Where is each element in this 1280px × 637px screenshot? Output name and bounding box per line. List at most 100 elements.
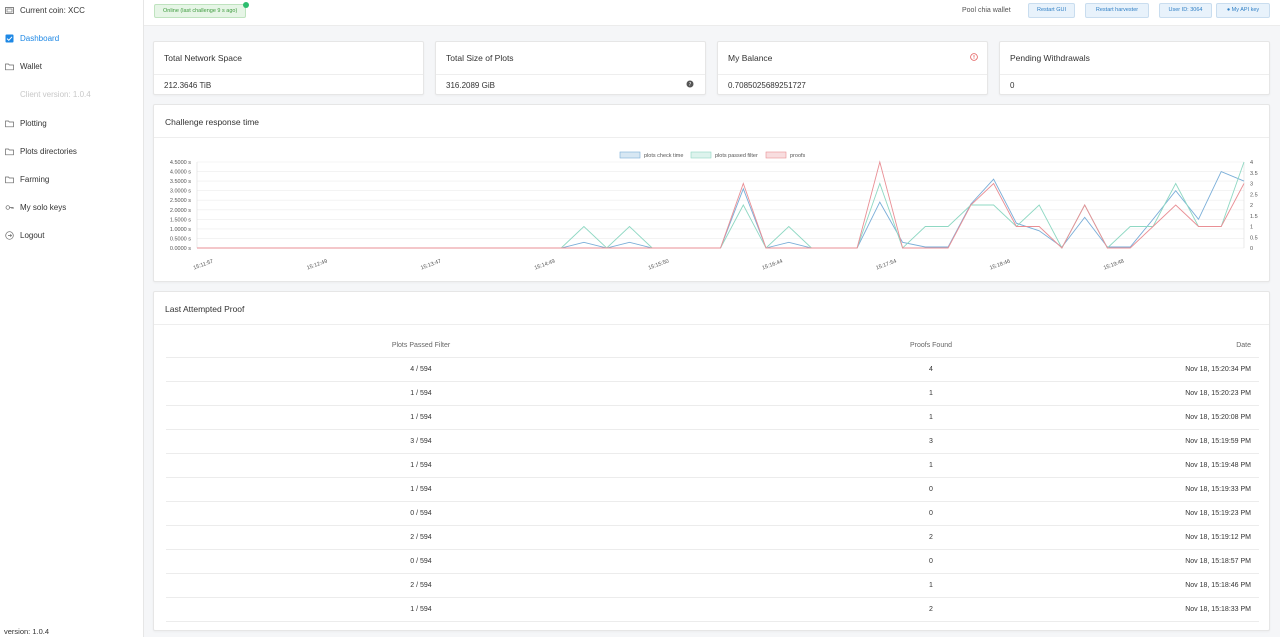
legend-swatch — [619, 151, 641, 159]
table-row: 1 / 594 1 Nov 18, 15:20:23 PM — [166, 382, 1259, 406]
y-tick-left: 3.5000 s — [170, 179, 191, 185]
series-line-proofs — [197, 160, 1245, 249]
legend-label: plots passed filter — [715, 153, 758, 159]
cell-date: Nov 18, 15:20:34 PM — [1185, 366, 1251, 373]
cell-plots-passed: 1 / 594 — [410, 486, 432, 493]
table-row: 0 / 594 0 Nov 18, 15:18:57 PM — [166, 550, 1259, 574]
sidebar-item-plotting[interactable]: Plotting — [0, 113, 144, 133]
sidebar-item-label: Farming — [20, 174, 50, 184]
y-tick-right: 1.5 — [1250, 214, 1258, 220]
sidebar-item-label: Plots directories — [20, 146, 77, 156]
logout-icon — [5, 230, 14, 240]
current-coin: Current coin: XCC — [0, 0, 144, 20]
sidebar-item-client-version: Client version: 1.0.4 — [0, 84, 144, 104]
legend-label: proofs — [790, 153, 806, 159]
cell-date: Nov 18, 15:19:48 PM — [1185, 462, 1251, 469]
warning-icon[interactable] — [970, 53, 978, 61]
y-tick-right: 2 — [1250, 203, 1253, 209]
legend-label: plots check time — [644, 153, 683, 159]
table-row: 0 / 594 0 Nov 18, 15:19:23 PM — [166, 502, 1259, 526]
sidebar-item-label: Wallet — [20, 61, 42, 71]
y-tick-left: 4.0000 s — [170, 170, 191, 176]
series-line-passed-filter — [197, 161, 1245, 249]
coin-label: Current coin: — [20, 5, 66, 15]
stat-title: Total Size of Plots — [446, 53, 514, 63]
cell-date: Nov 18, 15:18:46 PM — [1185, 582, 1251, 589]
sidebar-item-dashboard[interactable]: Dashboard — [0, 28, 144, 48]
sidebar-item-plots-directories[interactable]: Plots directories — [0, 141, 144, 161]
help-icon[interactable]: ? — [686, 80, 694, 88]
cell-plots-passed: 3 / 594 — [410, 438, 432, 445]
stat-value: 316.2089 GiB — [446, 81, 495, 90]
status-text: Online (last challenge 9 s ago) — [163, 8, 238, 14]
sidebar-item-label: Client version: 1.0.4 — [20, 89, 91, 99]
column-header-plots-passed: Plots Passed Filter — [391, 342, 451, 349]
cell-date: Nov 18, 15:18:33 PM — [1185, 606, 1251, 613]
cell-date: Nov 18, 15:20:23 PM — [1185, 390, 1251, 397]
cell-plots-passed: 1 / 594 — [410, 414, 432, 421]
cell-date: Nov 18, 15:19:12 PM — [1185, 534, 1251, 541]
table-row: 2 / 594 2 Nov 18, 15:19:12 PM — [166, 526, 1259, 550]
x-tick-label: 15:13:47 — [420, 259, 442, 272]
restart-gui-button[interactable]: Restart GUI — [1028, 3, 1075, 18]
x-tick-label: 15:16:44 — [761, 259, 783, 272]
coin-icon — [5, 6, 14, 15]
restart-harvester-button[interactable]: Restart harvester — [1085, 3, 1149, 18]
stat-card-network-space: Total Network Space 212.3646 TiB — [153, 41, 424, 95]
info-icon: ● — [1226, 7, 1231, 13]
cell-date: Nov 18, 15:19:33 PM — [1185, 486, 1251, 493]
challenge-chart-card: Challenge response time 4.5000 s 4.0000 s… — [153, 104, 1270, 282]
y-tick-right: 0.5 — [1250, 235, 1258, 241]
user-id-button[interactable]: User ID: 3064 — [1159, 3, 1212, 18]
cell-plots-passed: 1 / 594 — [410, 390, 432, 397]
y-tick-right: 0 — [1250, 246, 1253, 252]
y-tick-left: 0.0000 s — [170, 246, 191, 252]
sidebar-item-label: Logout — [20, 230, 45, 240]
table-title: Last Attempted Proof — [165, 304, 245, 314]
x-tick-label: 15:12:49 — [306, 259, 328, 272]
stat-card-balance: My Balance 0.7085025689251727 — [717, 41, 988, 95]
folder-icon — [5, 62, 14, 71]
stat-title: Pending Withdrawals — [1010, 53, 1090, 63]
x-tick-label: 15:17:54 — [875, 259, 897, 272]
table-row: 4 / 594 4 Nov 18, 15:20:34 PM — [166, 358, 1259, 382]
legend-swatch — [765, 151, 787, 159]
cell-plots-passed: 1 / 594 — [410, 606, 432, 613]
cell-date: Nov 18, 15:18:57 PM — [1185, 558, 1251, 565]
x-tick-label: 15:14:49 — [534, 259, 556, 272]
footer-version: version: 1.0.4 — [4, 627, 50, 636]
column-header-date: Date — [1236, 342, 1251, 349]
sidebar-item-wallet[interactable]: Wallet — [0, 56, 144, 76]
y-tick-left: 2.5000 s — [170, 198, 191, 204]
sidebar: Current coin: XCC Dashboard Wallet Clien… — [0, 0, 144, 637]
stat-value: 212.3646 TiB — [164, 81, 212, 90]
online-dot-icon — [243, 2, 250, 8]
x-tick-label: 15:11:57 — [193, 259, 215, 272]
pool-wallet-link[interactable]: Pool chia wallet — [962, 7, 1011, 14]
api-key-button[interactable]: ● My API key — [1216, 3, 1270, 18]
cell-date: Nov 18, 15:19:59 PM — [1185, 438, 1251, 445]
folder-icon — [5, 147, 14, 156]
y-tick-left: 2.0000 s — [170, 208, 191, 214]
status-badge: Online (last challenge 9 s ago) — [154, 2, 250, 18]
sidebar-item-label: My solo keys — [20, 202, 67, 212]
table-row: 1 / 594 2 Nov 18, 15:18:33 PM — [166, 598, 1259, 622]
y-tick-right: 3 — [1250, 182, 1253, 188]
checkbox-icon — [5, 34, 14, 43]
y-tick-right: 4 — [1250, 160, 1253, 166]
folder-icon — [5, 119, 14, 128]
y-tick-right: 1 — [1250, 225, 1253, 231]
sidebar-item-logout[interactable]: Logout — [0, 225, 144, 245]
sidebar-item-my-solo-keys[interactable]: My solo keys — [0, 197, 144, 217]
cell-date: Nov 18, 15:19:23 PM — [1185, 510, 1251, 517]
stat-card-pending-withdrawals: Pending Withdrawals 0 — [999, 41, 1270, 95]
table-row: 3 / 594 3 Nov 18, 15:19:59 PM — [166, 430, 1259, 454]
folder-icon — [5, 175, 14, 184]
challenge-chart: 4.5000 s 4.0000 s 3.5000 s 3.0000 s 2.5000 s… — [170, 151, 1258, 272]
cell-plots-passed: 2 / 594 — [410, 582, 432, 589]
stat-value: 0 — [1010, 81, 1015, 90]
sidebar-item-farming[interactable]: Farming — [0, 169, 144, 189]
stat-card-plots-size: Total Size of Plots 316.2089 GiB ? — [435, 41, 706, 95]
table-row: 1 / 594 1 Nov 18, 15:19:48 PM — [166, 454, 1259, 478]
stat-title: Total Network Space — [164, 53, 242, 63]
